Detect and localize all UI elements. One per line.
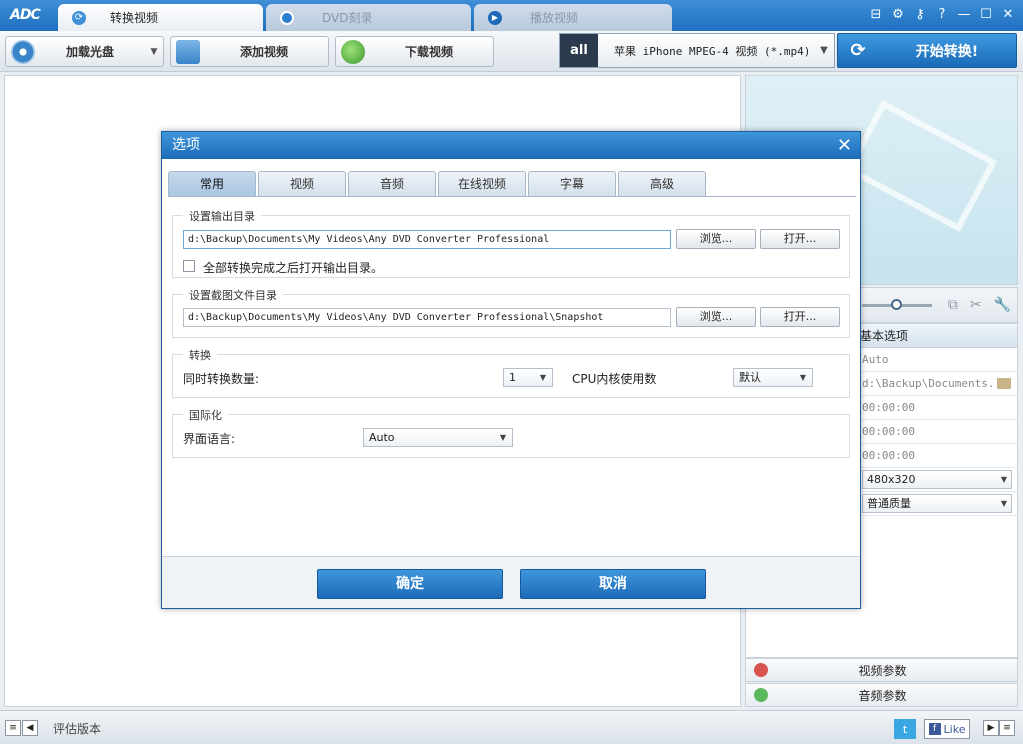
intl-group: 国际化 界面语言: Auto ▼ xyxy=(172,407,850,458)
close-icon[interactable]: ✕ xyxy=(999,5,1017,23)
chevron-down-icon: ▼ xyxy=(799,373,806,382)
snapshot-dir-title: 设置截图文件目录 xyxy=(183,287,283,303)
output-browse-button[interactable]: 浏览... xyxy=(676,229,756,249)
snapshot-icon[interactable]: ⧉ xyxy=(948,297,958,313)
cpu-cores-label: CPU内核使用数 xyxy=(572,372,657,386)
param-sections: 视频参数 音频参数 xyxy=(745,658,1018,707)
tab-subtitle[interactable]: 字幕 xyxy=(528,171,616,197)
help-icon[interactable]: ? xyxy=(933,5,951,23)
tab-convert-video[interactable]: ⟳ 转换视频 xyxy=(58,4,263,31)
refresh-icon: ⟳ xyxy=(850,40,866,61)
chevron-down-icon[interactable]: ▼ xyxy=(814,45,834,56)
dialog-title-bar: 选项 ✕ xyxy=(162,132,860,159)
tab-audio[interactable]: 音频 xyxy=(348,171,436,197)
dialog-tabs: 常用 视频 音频 在线视频 字幕 高级 xyxy=(168,171,706,197)
key-icon[interactable]: ⚷ xyxy=(911,5,929,23)
film-reel-icon xyxy=(844,100,998,232)
cut-icon[interactable]: ✂ xyxy=(970,297,982,313)
chevron-down-icon[interactable]: ▼ xyxy=(145,47,163,57)
next-icon[interactable]: ▶ xyxy=(983,720,999,736)
video-params-button[interactable]: 视频参数 xyxy=(745,658,1018,682)
convert-group: 转换 同时转换数量: 1 ▼ CPU内核使用数 默认 ▼ xyxy=(172,347,850,398)
add-video-button[interactable]: 添加视频 xyxy=(170,36,329,67)
audio-params-button[interactable]: 音频参数 xyxy=(745,683,1018,707)
facebook-icon: f xyxy=(928,723,941,735)
wrench-icon[interactable]: 🔧 xyxy=(994,297,1011,313)
minimize-icon[interactable]: — xyxy=(955,5,973,23)
chevron-down-icon: ▼ xyxy=(539,373,546,382)
register-icon[interactable]: ⊟ xyxy=(867,5,885,23)
all-formats-icon: all xyxy=(560,34,598,67)
chevron-down-icon: ▼ xyxy=(499,433,506,442)
tab-general[interactable]: 常用 xyxy=(168,171,256,197)
language-select[interactable]: Auto ▼ xyxy=(363,428,513,447)
play-icon: ▶ xyxy=(488,10,502,25)
gear-icon[interactable]: ⚙ xyxy=(889,5,907,23)
language-label: 界面语言: xyxy=(183,432,236,446)
app-logo: ADC xyxy=(10,7,41,23)
maximize-icon[interactable]: ☐ xyxy=(977,5,995,23)
quality-select[interactable]: 普通质量 ▼ xyxy=(862,494,1012,513)
evaluation-label: 评估版本 xyxy=(53,722,102,736)
open-after-label: 全部转换完成之后打开输出目录。 xyxy=(203,261,384,275)
chevron-down-icon: ▼ xyxy=(1000,499,1007,508)
folder-icon[interactable] xyxy=(997,378,1011,389)
intl-title: 国际化 xyxy=(183,407,228,423)
list-view-icon[interactable]: ≡ xyxy=(5,720,21,736)
facebook-like-button[interactable]: f Like xyxy=(924,719,970,739)
dialog-title: 选项 xyxy=(172,137,200,153)
convert-title: 转换 xyxy=(183,347,217,363)
concurrent-label: 同时转换数量: xyxy=(183,372,260,386)
tab-play-video[interactable]: ▶ 播放视频 xyxy=(474,4,672,31)
film-add-icon xyxy=(176,39,200,64)
disc-icon xyxy=(280,10,294,25)
dialog-footer: 确定 取消 xyxy=(162,556,860,608)
tab-video[interactable]: 视频 xyxy=(258,171,346,197)
prev-icon[interactable]: ◀ xyxy=(22,720,38,736)
tab-advanced[interactable]: 高级 xyxy=(618,171,706,197)
snapshot-open-button[interactable]: 打开... xyxy=(760,307,840,327)
output-dir-group: 设置输出目录 d:\Backup\Documents\My Videos\Any… xyxy=(172,208,850,278)
refresh-icon: ⟳ xyxy=(72,10,86,25)
status-bar: ≡ ◀ 评估版本 t f Like ▶ ≡ xyxy=(0,710,1023,744)
ok-button[interactable]: 确定 xyxy=(317,569,503,599)
tab-online-video[interactable]: 在线视频 xyxy=(438,171,526,197)
close-icon[interactable]: ✕ xyxy=(837,132,852,159)
disc-add-icon xyxy=(11,39,35,64)
output-dir-title: 设置输出目录 xyxy=(183,208,261,224)
globe-add-icon xyxy=(341,39,365,64)
output-open-button[interactable]: 打开... xyxy=(760,229,840,249)
concurrent-select[interactable]: 1 ▼ xyxy=(503,368,553,387)
snapshot-browse-button[interactable]: 浏览... xyxy=(676,307,756,327)
video-params-icon xyxy=(754,663,768,677)
load-disc-button[interactable]: 加载光盘 ▼ xyxy=(5,36,164,67)
resolution-select[interactable]: 480x320 ▼ xyxy=(862,470,1012,489)
output-profile-select[interactable]: all 苹果 iPhone MPEG-4 视频 (*.mp4) ▼ xyxy=(559,33,835,68)
profile-value: 苹果 iPhone MPEG-4 视频 (*.mp4) xyxy=(614,44,811,58)
output-path-input[interactable]: d:\Backup\Documents\My Videos\Any DVD Co… xyxy=(183,230,671,249)
cpu-cores-select[interactable]: 默认 ▼ xyxy=(733,368,813,387)
menu-icon[interactable]: ≡ xyxy=(999,720,1015,736)
snapshot-path-input[interactable]: d:\Backup\Documents\My Videos\Any DVD Co… xyxy=(183,308,671,327)
download-video-button[interactable]: 下载视频 xyxy=(335,36,494,67)
twitter-icon[interactable]: t xyxy=(894,719,916,739)
open-after-checkbox[interactable] xyxy=(183,260,195,272)
speaker-icon xyxy=(754,688,768,702)
title-bar: ADC ⟳ 转换视频 DVD刻录 ▶ 播放视频 ⊟ ⚙ ⚷ ? — ☐ ✕ xyxy=(0,0,1023,31)
tab-dvd-burn[interactable]: DVD刻录 xyxy=(266,4,471,31)
chevron-down-icon: ▼ xyxy=(1000,475,1007,484)
cancel-button[interactable]: 取消 xyxy=(520,569,706,599)
tab-divider xyxy=(168,196,856,197)
volume-slider-handle[interactable] xyxy=(891,299,902,310)
snapshot-dir-group: 设置截图文件目录 d:\Backup\Documents\My Videos\A… xyxy=(172,287,850,338)
start-convert-button[interactable]: ⟳ 开始转换! xyxy=(837,33,1017,68)
options-dialog: 选项 ✕ 常用 视频 音频 在线视频 字幕 高级 设置输出目录 d:\Backu… xyxy=(161,131,861,609)
